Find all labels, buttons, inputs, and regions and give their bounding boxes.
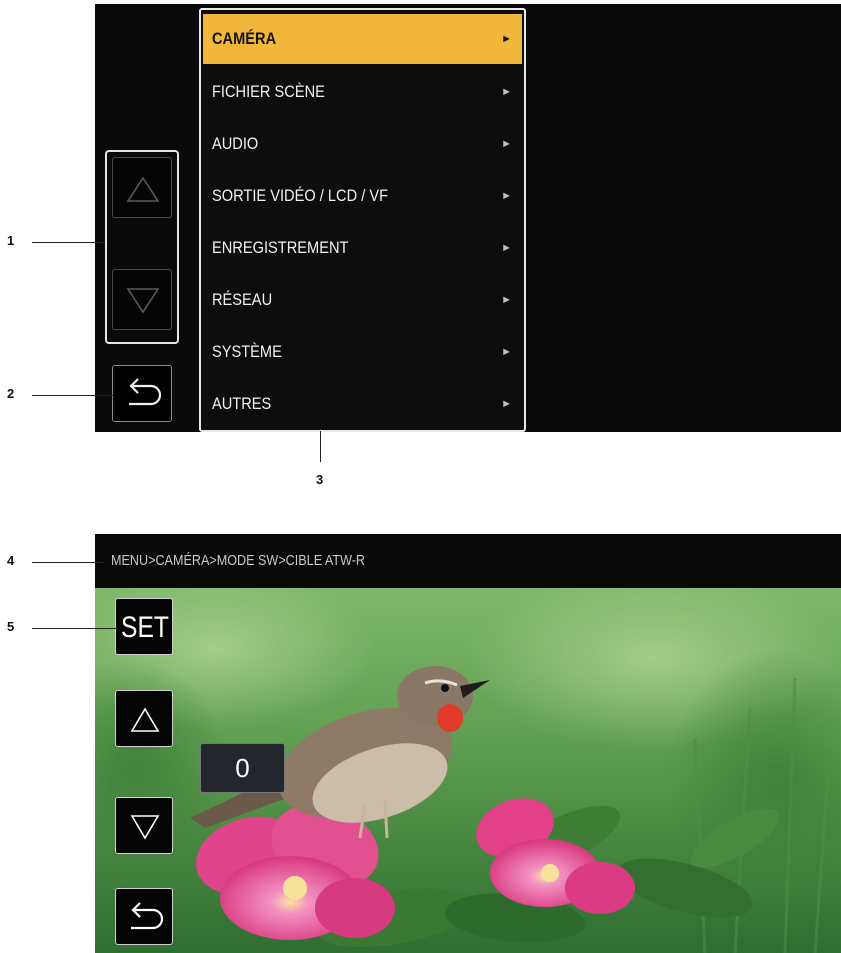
menu-item-sortie-video[interactable]: SORTIE VIDÉO / LCD / VF ► — [203, 172, 522, 220]
menu-item-enregistrement[interactable]: ENREGISTREMENT ► — [203, 224, 522, 272]
callout-2: 2 — [7, 386, 15, 401]
set-button[interactable]: SET — [115, 598, 173, 655]
menu-item-reseau[interactable]: RÉSEAU ► — [203, 276, 522, 324]
menu-item-label: AUTRES — [212, 394, 272, 413]
menu-screen: CAMÉRA ► FICHIER SCÈNE ► AUDIO ► SORTIE … — [95, 4, 841, 432]
callout-2-line — [32, 395, 113, 396]
menu-item-label: SYSTÈME — [212, 342, 282, 361]
callout-1: 1 — [7, 233, 15, 248]
triangle-down-icon — [126, 288, 160, 314]
callout-1-line — [32, 242, 105, 243]
menu-back-button[interactable] — [112, 365, 172, 422]
menu-item-label: AUDIO — [212, 134, 259, 153]
menu-item-label: CAMÉRA — [212, 29, 277, 48]
return-arrow-icon — [129, 378, 162, 406]
main-menu-list: CAMÉRA ► FICHIER SCÈNE ► AUDIO ► SORTIE … — [199, 8, 526, 432]
menu-item-label: SORTIE VIDÉO / LCD / VF — [212, 186, 389, 205]
edit-back-button[interactable] — [115, 888, 173, 945]
submenu-arrow-icon: ► — [501, 86, 512, 98]
callout-4: 4 — [7, 553, 15, 568]
triangle-up-icon — [126, 176, 160, 202]
callout-3-line — [320, 431, 321, 462]
submenu-arrow-icon: ► — [501, 138, 512, 150]
callout-5-line — [32, 628, 117, 629]
value-up-button[interactable] — [115, 690, 173, 747]
menu-scroll-down-button[interactable] — [112, 269, 172, 330]
menu-item-camera[interactable]: CAMÉRA ► — [203, 14, 522, 64]
value-display: 0 — [200, 743, 285, 793]
menu-item-label: RÉSEAU — [212, 290, 273, 309]
triangle-up-icon — [130, 707, 160, 732]
submenu-arrow-icon: ► — [501, 242, 512, 254]
set-button-label: SET — [121, 611, 169, 644]
menu-item-label: FICHIER SCÈNE — [212, 82, 325, 101]
breadcrumb-bar: MENU>CAMÉRA>MODE SW>CIBLE ATW-R — [95, 534, 841, 588]
breadcrumb: MENU>CAMÉRA>MODE SW>CIBLE ATW-R — [111, 552, 366, 569]
menu-item-label: ENREGISTREMENT — [212, 238, 349, 257]
submenu-arrow-icon: ► — [501, 190, 512, 202]
submenu-arrow-icon: ► — [501, 294, 512, 306]
return-arrow-icon — [131, 902, 164, 930]
value-edit-screen: MENU>CAMÉRA>MODE SW>CIBLE ATW-R SET 0 — [95, 534, 841, 953]
callout-4-line — [32, 562, 104, 563]
menu-item-systeme[interactable]: SYSTÈME ► — [203, 328, 522, 376]
submenu-arrow-icon: ► — [501, 346, 512, 358]
callout-5: 5 — [7, 619, 15, 634]
menu-item-audio[interactable]: AUDIO ► — [203, 120, 522, 168]
callout-3: 3 — [316, 472, 324, 487]
menu-item-fichier-scene[interactable]: FICHIER SCÈNE ► — [203, 68, 522, 116]
current-value: 0 — [235, 753, 250, 783]
menu-scroll-up-button[interactable] — [112, 157, 172, 218]
menu-item-autres[interactable]: AUTRES ► — [203, 380, 522, 428]
value-down-button[interactable] — [115, 797, 173, 854]
submenu-arrow-icon: ► — [501, 398, 512, 410]
triangle-down-icon — [130, 815, 160, 840]
submenu-arrow-icon: ► — [501, 33, 512, 45]
